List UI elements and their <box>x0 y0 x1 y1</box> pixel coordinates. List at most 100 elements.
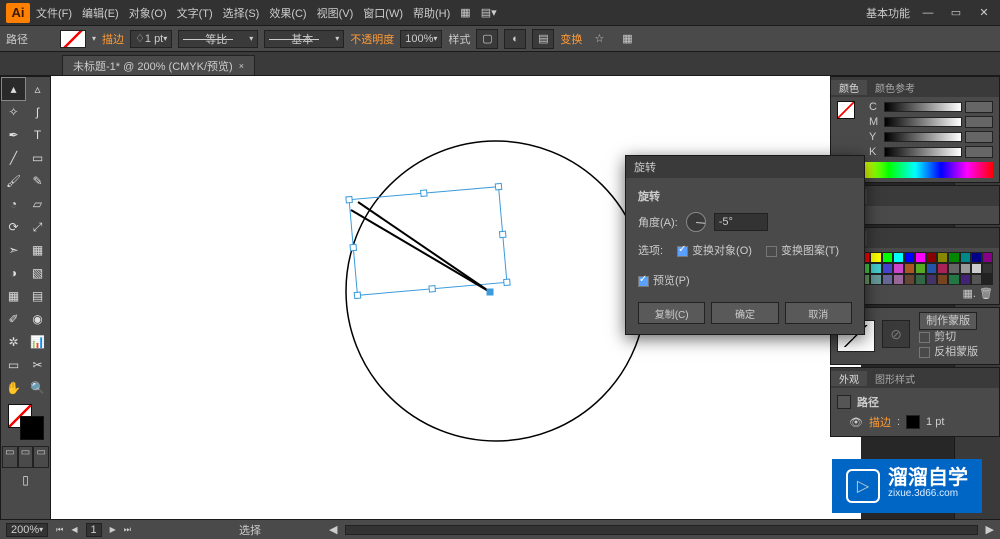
tab-color-guide[interactable]: 颜色参考 <box>867 80 923 95</box>
m-slider[interactable] <box>884 117 962 127</box>
tab-graphic-styles[interactable]: 图形样式 <box>867 371 923 386</box>
perspective-tool[interactable]: ▧ <box>26 262 49 284</box>
pencil-tool[interactable]: ✎ <box>26 170 49 192</box>
menu-effect[interactable]: 效果(C) <box>269 5 306 21</box>
isolate-icon[interactable]: ☆ <box>588 29 610 49</box>
menu-edit[interactable]: 编辑(E) <box>82 5 119 21</box>
last-artboard-icon[interactable]: ⏭ <box>124 525 131 535</box>
lasso-tool[interactable]: ʃ <box>26 101 49 123</box>
anchor-point[interactable] <box>487 289 493 295</box>
menu-help[interactable]: 帮助(H) <box>413 5 450 21</box>
scroll-right-icon[interactable]: ▶ <box>986 523 994 536</box>
fill-dropdown-icon[interactable]: ▾ <box>92 34 96 43</box>
mask-thumb[interactable]: ⊘ <box>882 320 910 348</box>
y-field[interactable] <box>965 131 993 143</box>
menu-window[interactable]: 窗口(W) <box>363 5 403 21</box>
invert-checkbox-label[interactable]: 反相蒙版 <box>919 346 978 358</box>
angle-dial[interactable] <box>686 212 706 232</box>
h-scrollbar[interactable] <box>345 525 977 535</box>
k-slider[interactable] <box>884 147 962 157</box>
free-transform-tool[interactable]: ▦ <box>26 239 49 261</box>
eyedropper-tool[interactable]: ✐ <box>2 308 25 330</box>
selection-tool[interactable]: ▴ <box>2 78 25 100</box>
screen-mode-icon[interactable]: ▯ <box>2 469 49 491</box>
paintbrush-tool[interactable]: 🖌 <box>2 170 25 192</box>
rotate-tool[interactable]: ⟳ <box>2 216 25 238</box>
symbol-sprayer-tool[interactable]: ✲ <box>2 331 25 353</box>
stroke-dash-profile[interactable]: 等比▾ <box>178 30 258 48</box>
opacity-field[interactable]: 100%▾ <box>400 30 442 48</box>
transform-objects-checkbox[interactable]: 变换对象(O) <box>677 242 752 258</box>
eye-icon[interactable]: 👁 <box>849 416 863 429</box>
transform-patterns-checkbox[interactable]: 变换图案(T) <box>766 242 839 258</box>
line-path-2[interactable] <box>351 210 490 292</box>
c-field[interactable] <box>965 101 993 113</box>
stroke-weight-field[interactable]: ♢1 pt▾ <box>130 30 172 48</box>
artboard-tool[interactable]: ▭ <box>2 354 25 376</box>
close-icon[interactable]: ✕ <box>974 6 994 20</box>
fill-swatch[interactable] <box>60 30 86 48</box>
width-tool[interactable]: ➣ <box>2 239 25 261</box>
workspace-switcher[interactable]: 基本功能 <box>866 5 910 21</box>
scroll-left-icon[interactable]: ◀ <box>329 523 337 536</box>
opacity-link[interactable]: 不透明度 <box>350 31 394 47</box>
delete-swatch-icon[interactable]: 🗑 <box>979 288 993 300</box>
menu-view[interactable]: 视图(V) <box>317 5 354 21</box>
slice-tool[interactable]: ✂ <box>26 354 49 376</box>
hand-tool[interactable]: ✋ <box>2 377 25 399</box>
ok-button[interactable]: 确定 <box>711 302 778 324</box>
k-field[interactable] <box>965 146 993 158</box>
line-tool[interactable]: ╱ <box>2 147 25 169</box>
clip-checkbox-label[interactable]: 剪切 <box>919 331 956 343</box>
rectangle-tool[interactable]: ▭ <box>26 147 49 169</box>
eraser-tool[interactable]: ▱ <box>26 193 49 215</box>
style-swatch[interactable]: ▢ <box>476 29 498 49</box>
type-tool[interactable]: T <box>26 124 49 146</box>
bridge-icon[interactable]: ▤▾ <box>481 6 497 19</box>
draw-normal-icon[interactable]: ▭ <box>2 446 18 468</box>
shape-builder-tool[interactable]: ◑ <box>2 262 25 284</box>
first-artboard-icon[interactable]: ⏮ <box>56 525 63 535</box>
zoom-tool[interactable]: 🔍 <box>26 377 49 399</box>
tab-color[interactable]: 颜色 <box>831 80 867 95</box>
pen-tool[interactable]: ✒ <box>2 124 25 146</box>
transform-link[interactable]: 变换 <box>560 31 582 47</box>
stroke-link[interactable]: 描边 <box>102 31 124 47</box>
scale-tool[interactable]: ⤢ <box>26 216 49 238</box>
y-slider[interactable] <box>884 132 962 142</box>
swatch-libraries-icon[interactable]: ▦. <box>963 288 976 300</box>
menu-text[interactable]: 文字(T) <box>177 5 213 21</box>
stroke-profile[interactable]: 基本▾ <box>264 30 344 48</box>
mesh-tool[interactable]: ▦ <box>2 285 25 307</box>
menu-object[interactable]: 对象(O) <box>129 5 167 21</box>
cancel-button[interactable]: 取消 <box>785 302 852 324</box>
fill-stroke-swatch[interactable] <box>2 400 49 444</box>
next-artboard-icon[interactable]: ▶ <box>110 525 116 534</box>
selection-bbox[interactable] <box>349 187 507 296</box>
tab-appearance[interactable]: 外观 <box>831 371 867 386</box>
align-icon[interactable]: ▤ <box>532 29 554 49</box>
blob-brush-tool[interactable]: ◔ <box>2 193 25 215</box>
preview-checkbox[interactable]: 预览(P) <box>638 275 690 287</box>
recolor-icon[interactable]: ◐ <box>504 29 526 49</box>
m-field[interactable] <box>965 116 993 128</box>
copy-button[interactable]: 复制(C) <box>638 302 705 324</box>
prev-artboard-icon[interactable]: ◀ <box>71 525 77 534</box>
make-mask-button[interactable]: 制作蒙版 <box>919 312 977 330</box>
blend-tool[interactable]: ◉ <box>26 308 49 330</box>
stroke-value[interactable]: 1 pt <box>926 416 944 428</box>
angle-input[interactable]: -5° <box>714 213 768 231</box>
artboard-nav-field[interactable]: 1 <box>86 523 102 537</box>
c-slider[interactable] <box>884 102 962 112</box>
minimize-icon[interactable]: — <box>918 6 938 20</box>
tab-close-icon[interactable]: × <box>239 61 244 71</box>
zoom-field[interactable]: 200% ▾ <box>6 523 48 537</box>
draw-behind-icon[interactable]: ▭ <box>18 446 34 468</box>
menu-file[interactable]: 文件(F) <box>36 5 72 21</box>
gradient-tool[interactable]: ▤ <box>26 285 49 307</box>
direct-selection-tool[interactable]: ▵ <box>26 78 49 100</box>
layout-icon[interactable]: ▦ <box>460 6 470 19</box>
graph-tool[interactable]: 📊 <box>26 331 49 353</box>
draw-inside-icon[interactable]: ▭ <box>33 446 49 468</box>
stroke-row[interactable]: 描边 <box>869 414 891 430</box>
